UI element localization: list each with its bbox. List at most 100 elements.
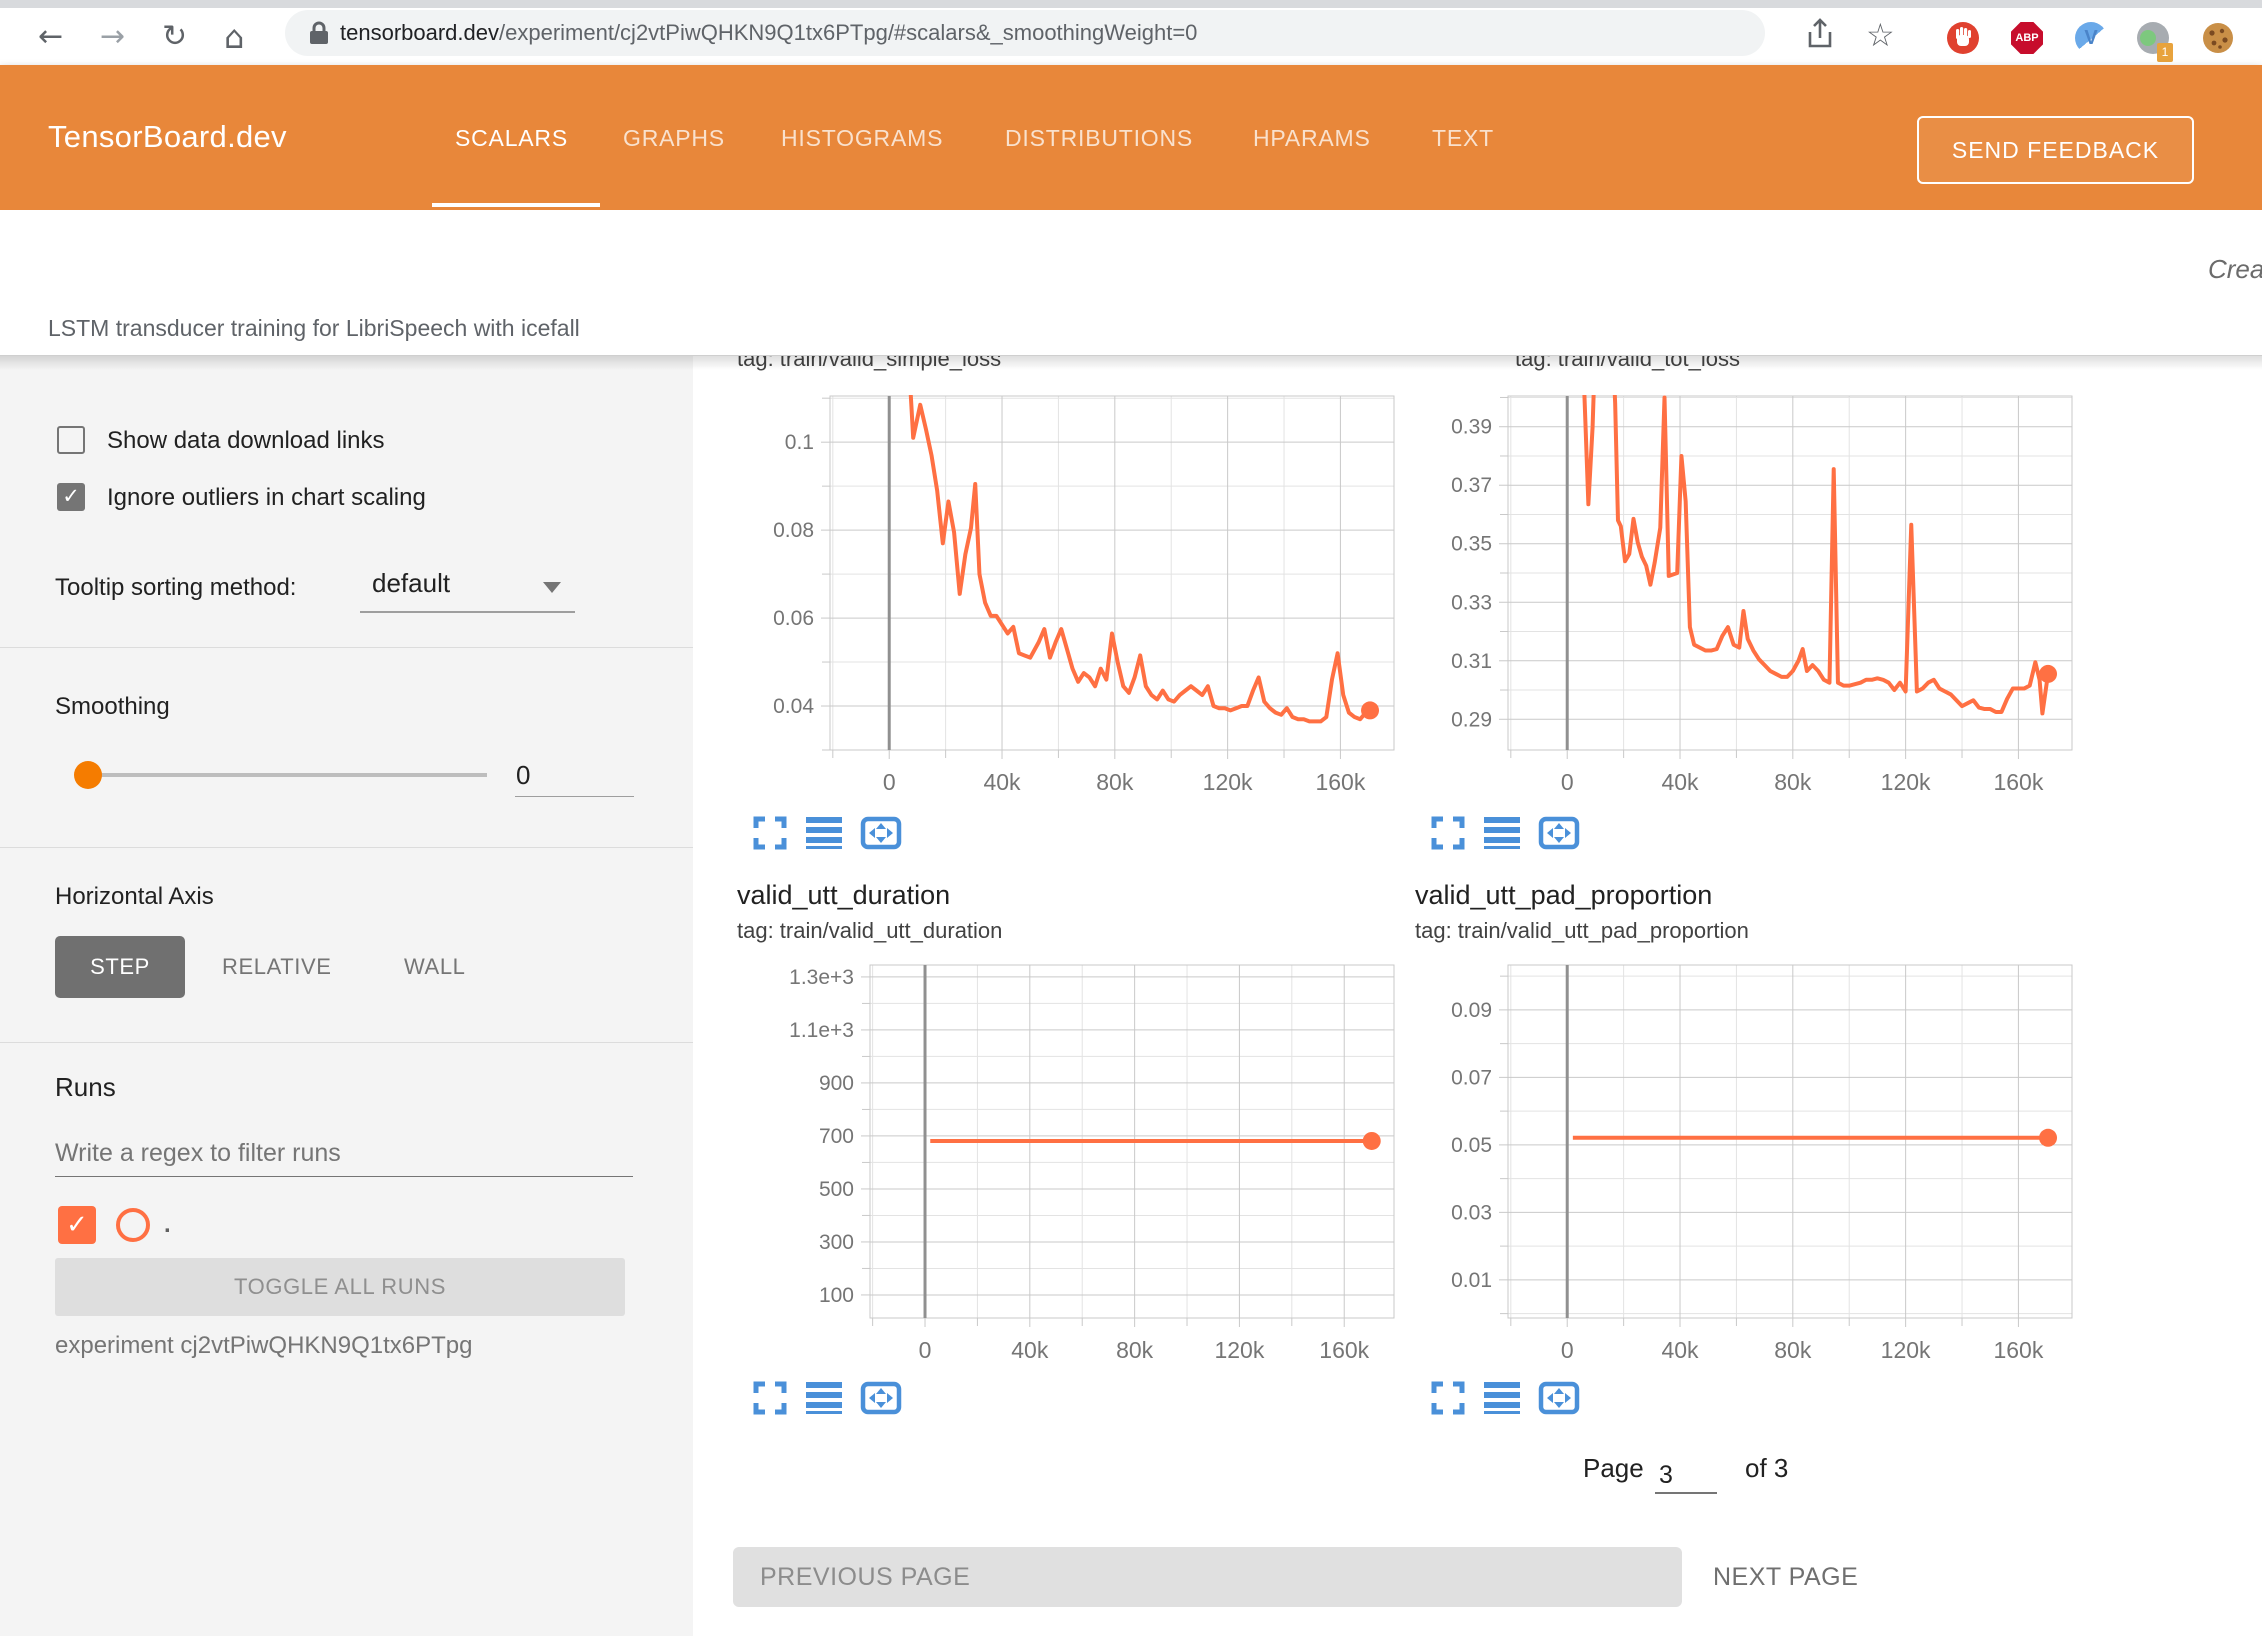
smoothing-slider-track[interactable] (100, 773, 487, 777)
svg-text:500: 500 (819, 1178, 854, 1201)
abp-extension-icon[interactable]: ABP (2011, 22, 2043, 54)
fit-domain-icon[interactable] (860, 1380, 896, 1416)
browser-toolbar: ← → ↻ ⌂ tensorboard.dev/experiment/cj2vt… (0, 0, 2262, 65)
chart3-tag: tag: train/valid_utt_duration (737, 918, 1002, 944)
sidebar-top-shadow (0, 356, 693, 370)
tab-graphs[interactable]: GRAPHS (623, 125, 725, 152)
tab-text[interactable]: TEXT (1432, 125, 1494, 152)
next-page-button[interactable]: NEXT PAGE (1713, 1547, 1858, 1607)
charts-panel: tag: train/valid_simple_loss tag: train/… (693, 356, 2262, 1636)
show-download-links-checkbox[interactable] (57, 426, 85, 454)
ignore-outliers-checkbox[interactable]: ✓ (57, 483, 85, 511)
tooltip-sorting-dropdown[interactable]: default (372, 568, 450, 599)
svg-text:40k: 40k (1661, 1337, 1699, 1363)
cookie-extension-icon[interactable] (2202, 22, 2234, 54)
svg-text:80k: 80k (1774, 769, 1812, 795)
chevron-down-icon[interactable] (543, 582, 561, 593)
fullscreen-icon[interactable] (1430, 1380, 1466, 1416)
bookmark-star-icon[interactable]: ☆ (1866, 16, 1895, 54)
axis-relative-button[interactable]: RELATIVE (222, 954, 332, 980)
browser-tab-strip (0, 0, 2262, 8)
smoothing-slider-thumb[interactable] (74, 761, 102, 789)
status-dot (2140, 30, 2156, 46)
tab-distributions[interactable]: DISTRIBUTIONS (1005, 125, 1193, 152)
dropdown-underline (360, 611, 575, 613)
svg-text:160k: 160k (1993, 1337, 2043, 1363)
svg-text:0: 0 (883, 769, 896, 795)
svg-text:160k: 160k (1315, 769, 1365, 795)
svg-text:0: 0 (1561, 1337, 1574, 1363)
runs-list-icon[interactable] (1484, 815, 1520, 851)
active-tab-underline (432, 203, 600, 207)
share-icon[interactable] (1805, 16, 1835, 50)
runs-list-icon[interactable] (1484, 1380, 1520, 1416)
svg-text:0: 0 (1561, 769, 1574, 795)
toggle-all-runs-button[interactable]: TOGGLE ALL RUNS (55, 1258, 625, 1316)
chart3-toolbar (752, 1380, 896, 1416)
svg-text:0.1: 0.1 (785, 431, 814, 454)
smoothing-label: Smoothing (55, 693, 170, 721)
svg-text:0: 0 (919, 1337, 932, 1363)
run-color-swatch[interactable] (116, 1208, 150, 1242)
chart1-toolbar (752, 815, 896, 851)
back-icon[interactable]: ← (38, 22, 63, 52)
chart2-toolbar (1430, 815, 1574, 851)
run-checkbox[interactable]: ✓ (58, 1206, 96, 1244)
fit-domain-icon[interactable] (1538, 815, 1574, 851)
fullscreen-icon[interactable] (752, 815, 788, 851)
axis-step-button[interactable]: STEP (55, 936, 185, 998)
chart4-tag: tag: train/valid_utt_pad_proportion (1415, 918, 1749, 944)
svg-text:160k: 160k (1319, 1337, 1369, 1363)
profile-extension-icon[interactable]: 1 (2137, 22, 2169, 54)
forward-icon[interactable]: → (100, 22, 125, 52)
runs-list-icon[interactable] (806, 815, 842, 851)
fit-domain-icon[interactable] (860, 815, 896, 851)
svg-text:120k: 120k (1881, 769, 1931, 795)
svg-text:160k: 160k (1993, 769, 2043, 795)
experiment-band: LSTM transducer training for LibriSpeech… (0, 210, 2262, 356)
app-header: TensorBoard.dev SCALARS GRAPHS HISTOGRAM… (0, 65, 2262, 210)
page-label: Page (1583, 1453, 1644, 1484)
smoothing-value-field[interactable]: 0 (516, 760, 530, 791)
notification-badge: 1 (2157, 43, 2173, 62)
home-icon[interactable]: ⌂ (224, 22, 244, 52)
svg-text:0.39: 0.39 (1451, 416, 1492, 439)
tab-scalars[interactable]: SCALARS (455, 125, 568, 152)
svg-text:700: 700 (819, 1125, 854, 1148)
settings-sidebar: Show data download links ✓ Ignore outlie… (0, 356, 694, 1636)
ignore-outliers-label: Ignore outliers in chart scaling (107, 484, 426, 512)
run-name-label[interactable]: . (164, 1211, 171, 1239)
divider (0, 1042, 693, 1043)
app-title[interactable]: TensorBoard.dev (48, 119, 287, 155)
svg-text:0.04: 0.04 (773, 695, 814, 718)
page-total-label: of 3 (1745, 1453, 1788, 1484)
tab-histograms[interactable]: HISTOGRAMS (781, 125, 943, 152)
previous-page-button[interactable]: PREVIOUS PAGE (733, 1547, 1682, 1607)
fit-domain-icon[interactable] (1538, 1380, 1574, 1416)
v-extension-icon[interactable]: V (2075, 22, 2107, 54)
chart4-toolbar (1430, 1380, 1574, 1416)
show-download-links-label: Show data download links (107, 427, 385, 455)
svg-text:300: 300 (819, 1231, 854, 1254)
url-bar[interactable]: tensorboard.dev/experiment/cj2vtPiwQHKN9… (285, 10, 1765, 56)
reload-icon[interactable]: ↻ (162, 22, 187, 52)
svg-text:120k: 120k (1203, 769, 1253, 795)
fullscreen-icon[interactable] (752, 1380, 788, 1416)
runs-regex-input[interactable]: Write a regex to filter runs (55, 1139, 341, 1168)
svg-text:0.06: 0.06 (773, 607, 814, 630)
svg-text:1.3e+3: 1.3e+3 (789, 966, 854, 989)
svg-text:1.1e+3: 1.1e+3 (789, 1019, 854, 1042)
axis-wall-button[interactable]: WALL (404, 954, 466, 980)
adblock-extension-icon[interactable] (1947, 22, 1979, 54)
svg-text:120k: 120k (1881, 1337, 1931, 1363)
send-feedback-button[interactable]: SEND FEEDBACK (1917, 116, 2194, 184)
svg-text:40k: 40k (1661, 769, 1699, 795)
page-number-input[interactable]: 3 (1659, 1461, 1673, 1490)
fullscreen-icon[interactable] (1430, 815, 1466, 851)
runs-list-icon[interactable] (806, 1380, 842, 1416)
smoothing-value-underline (515, 796, 634, 797)
hand-icon (1947, 22, 1979, 54)
horizontal-axis-label: Horizontal Axis (55, 883, 214, 911)
svg-text:0.33: 0.33 (1451, 591, 1492, 614)
tab-hparams[interactable]: HPARAMS (1253, 125, 1371, 152)
